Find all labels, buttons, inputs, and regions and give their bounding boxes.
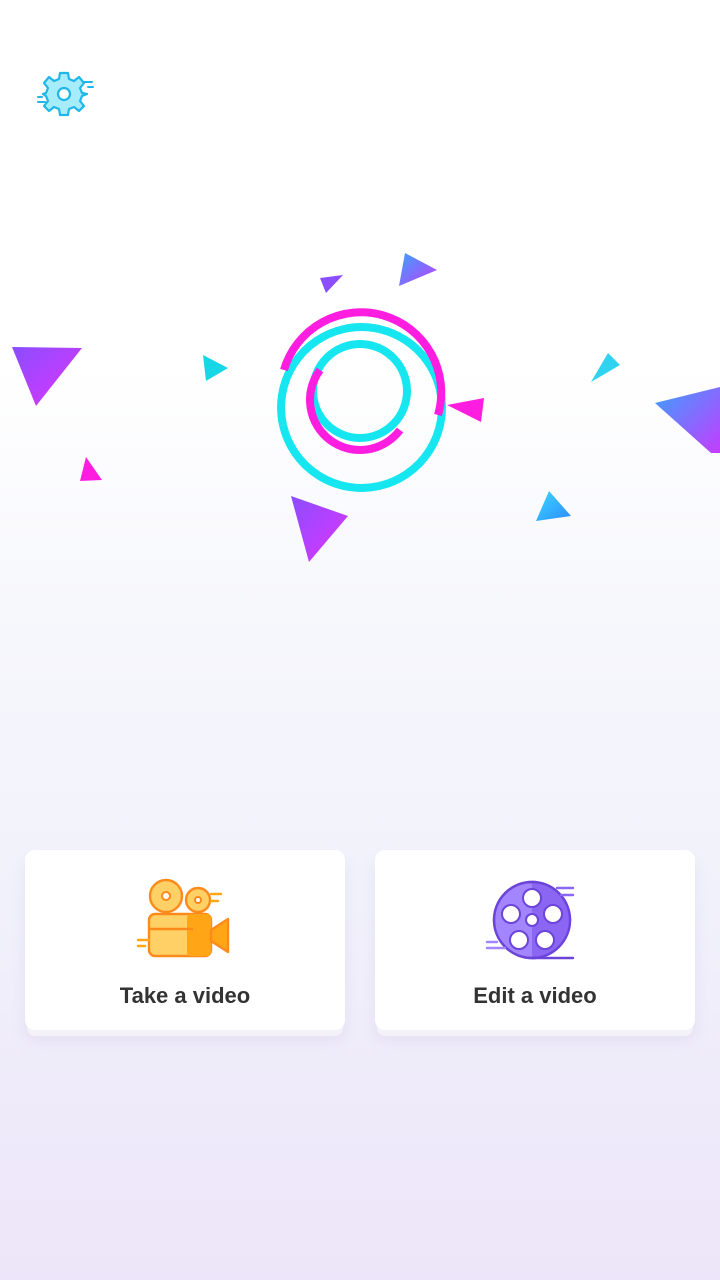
take-video-icon-wrap <box>25 874 345 964</box>
take-video-label: Take a video <box>119 983 251 1008</box>
decor-triangle <box>536 491 571 521</box>
hero-logo-area <box>0 240 720 580</box>
settings-button[interactable] <box>36 70 96 118</box>
video-camera-icon <box>136 878 230 958</box>
edit-video-icon-wrap <box>375 874 695 964</box>
decor-triangle <box>320 275 343 293</box>
decor-triangle <box>291 496 348 562</box>
decor-triangle <box>12 347 82 406</box>
edit-video-card[interactable]: Edit a video <box>375 850 695 1030</box>
decor-triangle <box>80 457 102 481</box>
gear-icon <box>37 71 94 117</box>
concentric-rings-logo <box>277 308 446 492</box>
film-reel-icon <box>485 880 575 960</box>
decor-triangle <box>203 355 228 381</box>
decor-triangle <box>399 253 437 286</box>
decor-triangle <box>655 387 720 453</box>
hero-graphic <box>12 253 720 562</box>
decor-triangle <box>447 398 484 422</box>
edit-video-label: Edit a video <box>473 983 597 1008</box>
take-video-card[interactable]: Take a video <box>25 850 345 1030</box>
decor-triangle <box>591 353 620 382</box>
